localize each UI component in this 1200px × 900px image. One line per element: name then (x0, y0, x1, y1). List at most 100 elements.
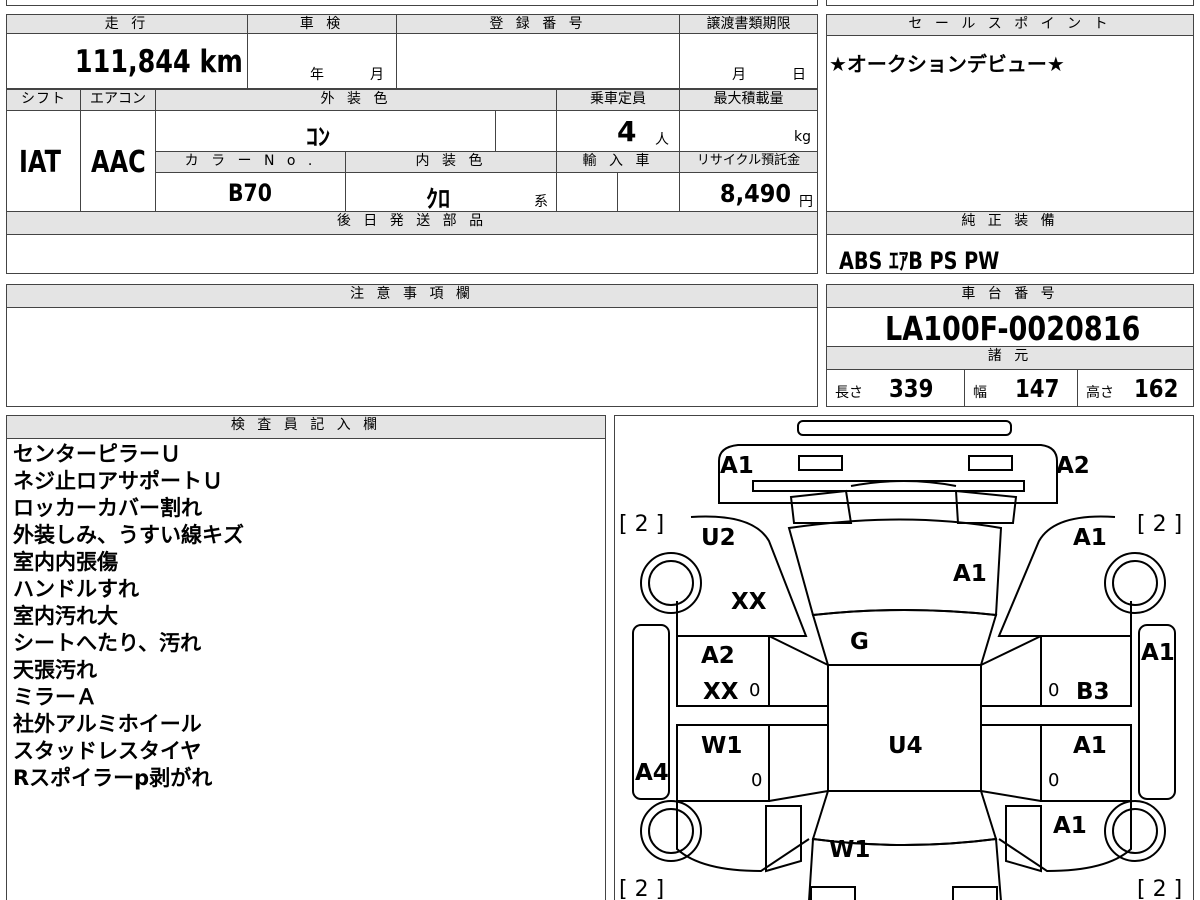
inspection-header: 車 検 (247, 14, 397, 34)
tread-front-left: [ 2 ] (619, 512, 664, 537)
inspector-note-line: ミラーＡ (13, 685, 97, 709)
mark-rear-door-left: W1 (701, 733, 742, 759)
mileage-value: 111,844 km (74, 44, 243, 80)
inspector-note-line: 室内汚れ大 (13, 604, 118, 628)
inspection-cell: 年 月 (247, 33, 397, 89)
interior-color-suffix: 系 (534, 194, 548, 210)
zero-mark: 0 (751, 770, 762, 791)
later-parts-cell (6, 234, 818, 274)
inspector-note-line: Rスポイラーp剥がれ (13, 766, 213, 790)
capacity-header: 乗車定員 (556, 89, 680, 111)
capacity-unit: 人 (655, 132, 669, 148)
length-cell: 長さ 339 (826, 369, 965, 407)
inspector-note-line: 室内内張傷 (13, 550, 118, 574)
mark-windshield: G (850, 629, 869, 655)
inspector-cell: センターピラーＵ ネジ止ロアサポートＵ ロッカーカバー割れ 外装しみ、うすい線キズ 室内… (6, 438, 606, 900)
equipment-header: 純 正 装 備 (826, 211, 1194, 235)
height-value: 162 (1134, 374, 1179, 403)
zero-mark: 0 (1048, 770, 1059, 791)
capacity-cell: 4 人 (556, 110, 680, 152)
shift-header: シフト (6, 89, 81, 111)
mileage-cell: 111,844 km (6, 33, 248, 89)
exterior-color-header: 外 装 色 (155, 89, 557, 111)
chassis-header: 車 台 番 号 (826, 284, 1194, 308)
recycle-value: 8,490 (719, 179, 791, 208)
length-value: 339 (889, 374, 934, 403)
inspector-note-line: 社外アルミホイール (13, 712, 202, 736)
mark-rear-quarter-right: A1 (1053, 813, 1087, 839)
height-label: 高さ (1086, 385, 1114, 401)
deadline-month-unit: 月 (732, 67, 746, 83)
mark-fender-left: U2 (701, 525, 736, 551)
exterior-color-cell: ｺﾝ (155, 110, 496, 152)
chassis-number: LA100F-0020816 (885, 309, 1141, 348)
tread-rear-left: [ 2 ] (619, 877, 664, 900)
inspector-note-line: スタッドレスタイヤ (13, 739, 202, 763)
interior-color-value: ｸﾛ (426, 185, 450, 213)
width-label: 幅 (973, 385, 987, 401)
max-load-cell: kg (679, 110, 818, 152)
import-header: 輸 入 車 (556, 151, 680, 173)
inspection-month-unit: 月 (370, 67, 384, 83)
mark-front-door-left-1: A2 (701, 643, 735, 669)
top-strip (0, 0, 1200, 8)
color-no-value: B70 (228, 179, 272, 207)
inspector-header: 検 査 員 記 入 欄 (6, 415, 606, 439)
transfer-deadline-cell: 月 日 (679, 33, 818, 89)
exterior-color-extra-cell (495, 110, 557, 152)
registration-header: 登 録 番 号 (396, 14, 680, 34)
color-no-header: カ ラ ー N o . (155, 151, 346, 173)
chassis-cell: LA100F-0020816 (826, 307, 1194, 348)
inspector-note-line: ロッカーカバー割れ (13, 496, 202, 520)
mark-hood: A1 (953, 561, 987, 587)
mark-rear-glass: W1 (829, 837, 870, 863)
car-diagram: A1 A2 U2 A1 A1 XX G A2 XX B3 A1 U4 W1 A1… (619, 420, 1182, 900)
mileage-header: 走 行 (6, 14, 248, 34)
max-load-unit: kg (794, 129, 811, 145)
recycle-cell: 8,490 円 (679, 172, 818, 212)
sales-point-text: ★オークションデビュー★ (829, 52, 1065, 76)
inspector-note-line: センターピラーＵ (13, 442, 181, 466)
aircon-header: エアコン (80, 89, 156, 111)
mark-fender-right: A1 (1073, 525, 1107, 551)
inspector-note-line: 天張汚れ (13, 658, 97, 682)
recycle-header: リサイクル預託金 (679, 151, 818, 173)
specs-header: 諸 元 (826, 346, 1194, 370)
aircon-cell: AAC (80, 110, 156, 212)
zero-mark: 0 (1048, 680, 1059, 701)
mark-right-pillar: A1 (1141, 640, 1175, 666)
shift-cell: IAT (6, 110, 81, 212)
inspector-notes-list: センターピラーＵ ネジ止ロアサポートＵ ロッカーカバー割れ 外装しみ、うすい線キズ 室内… (13, 441, 244, 792)
deadline-day-unit: 日 (792, 67, 806, 83)
mark-fender-left-2: XX (731, 589, 767, 615)
equipment-cell: ABS ｴｱB PS PW (826, 234, 1194, 275)
notes-header: 注 意 事 項 欄 (6, 284, 818, 308)
tread-rear-right: [ 2 ] (1137, 877, 1182, 900)
later-parts-header: 後 日 発 送 部 品 (6, 211, 818, 235)
mark-front-door-left-2: XX (703, 679, 739, 705)
mark-left-rocker: A4 (635, 760, 669, 786)
color-no-cell: B70 (155, 172, 346, 212)
zero-mark: 0 (749, 680, 760, 701)
shift-value: IAT (19, 145, 62, 180)
width-value: 147 (1015, 374, 1060, 403)
damage-diagram-panel: A1 A2 U2 A1 A1 XX G A2 XX B3 A1 U4 W1 A1… (614, 415, 1194, 900)
mark-rear-door-right: A1 (1073, 733, 1107, 759)
mark-roof: U4 (888, 733, 923, 759)
notes-cell (6, 307, 818, 407)
inspector-note-line: 外装しみ、うすい線キズ (13, 523, 244, 547)
mark-front-left: A1 (720, 453, 754, 479)
height-cell: 高さ 162 (1077, 369, 1194, 407)
transfer-deadline-header: 譲渡書類期限 (679, 14, 818, 34)
import-cell-b (617, 172, 680, 212)
registration-cell (396, 33, 680, 89)
recycle-unit: 円 (799, 194, 813, 210)
aircon-value: AAC (91, 145, 146, 180)
inspector-note-line: ハンドルすれ (13, 577, 139, 601)
inspector-note-line: シートへたり、汚れ (13, 631, 202, 655)
length-label: 長さ (835, 385, 863, 401)
width-cell: 幅 147 (964, 369, 1078, 407)
inspection-year-unit: 年 (310, 67, 324, 83)
tread-front-right: [ 2 ] (1137, 512, 1182, 537)
mark-front-right: A2 (1056, 453, 1090, 479)
